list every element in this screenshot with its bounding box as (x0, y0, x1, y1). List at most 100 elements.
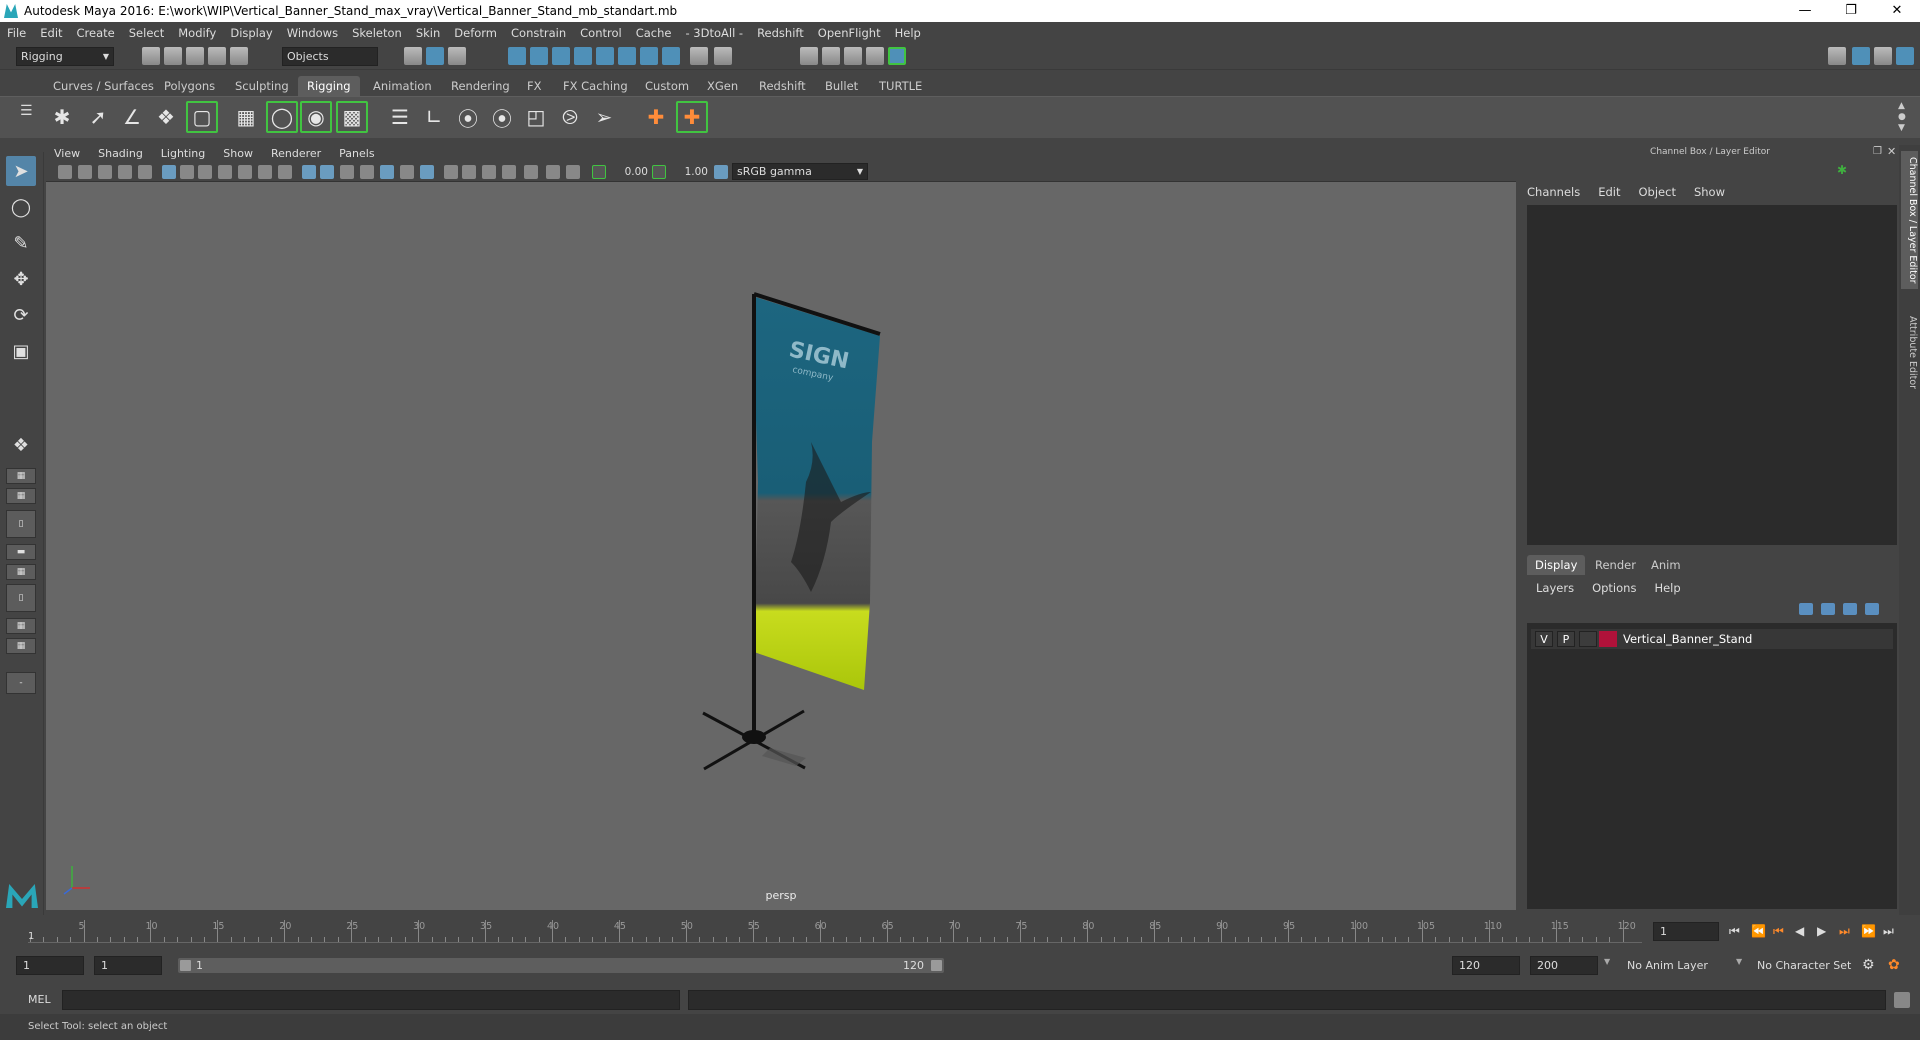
shelf-tab-bullet[interactable]: Bullet (816, 76, 867, 96)
shelf-tab-fx-caching[interactable]: FX Caching (554, 76, 637, 96)
exposure-value[interactable]: 0.00 (608, 164, 648, 180)
ipr-render-icon[interactable] (822, 47, 840, 65)
isolate-select-icon[interactable] (502, 165, 516, 179)
selection-mode-dropdown[interactable]: Objects (282, 47, 378, 66)
step-forward-icon[interactable]: ⏩ (1861, 924, 1876, 938)
shelf-tab-rigging[interactable]: Rigging (298, 76, 360, 96)
close-panel-icon[interactable]: ✕ (1887, 145, 1896, 158)
select-camera-icon[interactable] (58, 165, 72, 179)
side-tab-channel-box[interactable]: Channel Box / Layer Editor (1901, 151, 1918, 289)
new-layer-selected-icon[interactable] (1865, 603, 1879, 615)
tab-anim[interactable]: Anim (1643, 555, 1689, 575)
menu-redshift[interactable]: Redshift (750, 26, 811, 40)
show-manipulator-icon[interactable]: ❖ (6, 430, 36, 460)
shelf-tab-fx[interactable]: FX (518, 76, 551, 96)
safe-title-icon[interactable] (278, 165, 292, 179)
new-scene-icon[interactable] (142, 47, 160, 65)
grid-icon[interactable] (162, 165, 176, 179)
menu-edit[interactable]: Edit (33, 26, 69, 40)
select-by-hierarchy-icon[interactable] (404, 47, 422, 65)
snap-projected-icon[interactable] (640, 47, 658, 65)
scale-constraint-icon[interactable]: ◰ (520, 101, 552, 133)
shelf-tab-redshift[interactable]: Redshift (750, 76, 815, 96)
menu-select[interactable]: Select (122, 26, 171, 40)
channel-box-menu-show[interactable]: Show (1694, 185, 1725, 199)
toggle-channel-box-icon[interactable] (1896, 47, 1914, 65)
shelf-menu-icon[interactable]: ☰ (20, 103, 33, 119)
shelf-scroll-icon[interactable]: ▲ ● ▼ (1898, 101, 1906, 134)
shelf-tab-curves-surfaces[interactable]: Curves / Surfaces (44, 76, 163, 96)
tab-render[interactable]: Render (1587, 555, 1644, 575)
toggle-attribute-icon[interactable] (1874, 47, 1892, 65)
layer-menu-help[interactable]: Help (1654, 581, 1680, 595)
side-tab-attribute-editor[interactable]: Attribute Editor (1901, 303, 1918, 403)
layout-single-icon[interactable]: ▦ (6, 468, 36, 484)
gate-mask-icon[interactable] (218, 165, 232, 179)
layout-two-stacked-icon[interactable]: ▬ (6, 544, 36, 560)
lock-icon[interactable] (690, 47, 708, 65)
character-set-dropdown[interactable]: No Character Set (1750, 956, 1870, 975)
parent-constraint-icon[interactable]: ∟ (418, 101, 450, 133)
menu-3dtoall[interactable]: - 3DtoAll - (678, 26, 750, 40)
toolbox-more-icon[interactable]: - (6, 672, 36, 694)
film-gate-icon[interactable] (180, 165, 194, 179)
snap-point-icon[interactable] (552, 47, 570, 65)
gamma-icon[interactable] (652, 165, 666, 179)
menu-cache[interactable]: Cache (629, 26, 679, 40)
render-settings-icon[interactable] (844, 47, 862, 65)
anim-layer-dropdown[interactable]: No Anim Layer (1620, 956, 1746, 975)
rotate-tool-icon[interactable]: ⟳ (6, 300, 36, 330)
input-ops-icon[interactable] (714, 47, 732, 65)
mirror-joint-icon[interactable]: ▢ (186, 101, 218, 133)
move-layer-down-icon[interactable] (1821, 603, 1835, 615)
image-plane-icon[interactable] (118, 165, 132, 179)
shelf-tab-xgen[interactable]: XGen (698, 76, 747, 96)
menu-windows[interactable]: Windows (280, 26, 345, 40)
ik-spline-icon[interactable]: ∠ (116, 101, 148, 133)
auto-key-icon[interactable]: ⚙ (1862, 957, 1875, 973)
menu-deform[interactable]: Deform (447, 26, 504, 40)
shelf-tab-polygons[interactable]: Polygons (155, 76, 224, 96)
layout-hypershade-icon[interactable]: ▦ (6, 618, 36, 634)
hypershade-icon[interactable] (866, 47, 884, 65)
command-language-label[interactable]: MEL (28, 993, 51, 1006)
channel-box-menu-channels[interactable]: Channels (1527, 185, 1580, 199)
render-current-icon[interactable] (800, 47, 818, 65)
menu-constrain[interactable]: Constrain (504, 26, 573, 40)
color-space-dropdown[interactable]: sRGB gamma ▼ (732, 163, 868, 180)
safe-action-icon[interactable] (258, 165, 272, 179)
pole-vector-icon[interactable]: ➢ (588, 101, 620, 133)
snap-curve-icon[interactable] (530, 47, 548, 65)
lasso-tool-icon[interactable]: ◯ (6, 192, 36, 222)
go-to-end-icon[interactable]: ⏭ (1883, 924, 1894, 939)
layer-menu-layers[interactable]: Layers (1536, 581, 1574, 595)
snap-symmetry-icon[interactable] (618, 47, 636, 65)
select-by-object-icon[interactable] (426, 47, 444, 65)
snap-view-plane-icon[interactable] (574, 47, 592, 65)
channel-box-menu-edit[interactable]: Edit (1598, 185, 1620, 199)
layer-color-swatch[interactable] (1599, 631, 1617, 647)
menu-file[interactable]: File (0, 26, 33, 40)
layer-display-type[interactable] (1579, 631, 1597, 647)
render-view-icon[interactable] (888, 47, 906, 65)
perspective-viewport[interactable]: SIGN company persp (46, 182, 1516, 910)
shelf-tab-rendering[interactable]: Rendering (442, 76, 519, 96)
layer-playback-toggle[interactable]: P (1557, 631, 1575, 647)
move-layer-up-icon[interactable] (1799, 603, 1813, 615)
insert-joint-icon[interactable]: ❖ (150, 101, 182, 133)
menu-skeleton[interactable]: Skeleton (345, 26, 409, 40)
time-slider-track[interactable]: 5 10 15 20 25 30 35 40 45 50 55 60 65 70 75 80 85 90 95 100… (28, 920, 1642, 943)
animation-preferences-icon[interactable]: ✿ (1888, 957, 1900, 973)
channel-box-area[interactable] (1527, 205, 1897, 545)
panel-menu-show[interactable]: Show (215, 147, 263, 160)
menu-modify[interactable]: Modify (171, 26, 223, 40)
orient-constraint-icon[interactable]: ⦿ (486, 101, 518, 133)
layer-menu-options[interactable]: Options (1592, 581, 1636, 595)
playback-end-field[interactable]: 120 (1452, 956, 1520, 975)
shelf-tab-sculpting[interactable]: Sculpting (226, 76, 298, 96)
menu-control[interactable]: Control (573, 26, 629, 40)
play-forwards-icon[interactable]: ▶ (1817, 924, 1826, 938)
layout-graph-icon[interactable]: ▯ (6, 584, 36, 612)
menu-display[interactable]: Display (223, 26, 279, 40)
joint-tool-icon[interactable]: ✱ (46, 101, 78, 133)
